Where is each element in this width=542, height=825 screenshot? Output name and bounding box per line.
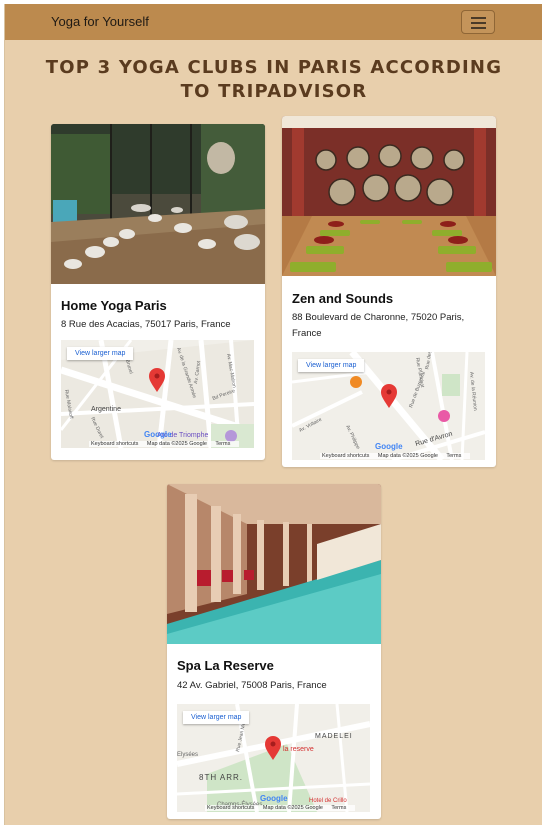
view-larger-map-link[interactable]: View larger map [67,347,134,360]
keyboard-shortcuts-link[interactable]: Keyboard shortcuts [91,441,138,447]
navbar: Yoga for Yourself [5,4,542,40]
page-frame: Yoga for Yourself Top 3 Yoga Clubs in Pa… [4,4,542,825]
terms-link[interactable]: Terms [446,453,461,459]
club-name: Zen and Sounds [292,291,394,306]
map-label: MADELEI [315,733,353,740]
google-logo: Google [144,430,172,439]
club-map[interactable]: la reserve MADELEI 8TH ARR. Elysées Rue … [177,704,370,812]
club-name: Spa La Reserve [177,658,274,673]
club-card-spa-la-reserve: Spa La Reserve 42 Av. Gabriel, 75008 Par… [167,484,381,819]
club-name: Home Yoga Paris [61,298,167,313]
map-label: Elysées [177,752,198,758]
google-logo: Google [375,442,403,451]
club-address: 42 Av. Gabriel, 75008 Paris, France [177,680,327,691]
view-larger-map-link[interactable]: View larger map [183,711,250,724]
keyboard-shortcuts-link[interactable]: Keyboard shortcuts [207,805,254,811]
map-footer: Keyboard shortcuts Map data ©2025 Google… [320,453,471,459]
map-data-text: Map data ©2025 Google [262,805,323,811]
map-label: 8TH ARR. [199,773,243,782]
map-data-text: Map data ©2025 Google [146,441,207,447]
google-logo: Google [260,794,288,803]
page-title: Top 3 Yoga Clubs in Paris According to T… [45,57,503,102]
club-map[interactable]: Argentine Arc de Triomphe Rue Brunel Av.… [61,340,254,448]
map-label: Argentine [91,406,121,413]
hamburger-menu-icon[interactable] [461,10,495,34]
club-photo [167,484,381,644]
map-label: Hotel de Crillo [309,798,347,804]
terms-link[interactable]: Terms [331,805,346,811]
club-address: 8 Rue des Acacias, 75017 Paris, France [61,319,231,330]
map-footer: Keyboard shortcuts Map data ©2025 Google… [205,805,356,811]
club-photo [51,124,265,284]
club-map[interactable]: Av. Voltaire Av. Philippe Rue d'Avron Av… [292,352,485,460]
club-photo [282,116,496,276]
view-larger-map-link[interactable]: View larger map [298,359,365,372]
map-label: la reserve [283,746,314,753]
club-card-zen-sounds: Zen and Sounds 88 Boulevard de Charonne,… [282,116,496,467]
club-card-home-yoga: Home Yoga Paris 8 Rue des Acacias, 75017… [51,124,265,460]
map-footer: Keyboard shortcuts Map data ©2025 Google… [89,441,240,447]
terms-link[interactable]: Terms [215,441,230,447]
keyboard-shortcuts-link[interactable]: Keyboard shortcuts [322,453,369,459]
club-address: 88 Boulevard de Charonne, 75020 Paris, F… [292,312,465,339]
brand-link[interactable]: Yoga for Yourself [51,14,149,29]
map-data-text: Map data ©2025 Google [377,453,438,459]
